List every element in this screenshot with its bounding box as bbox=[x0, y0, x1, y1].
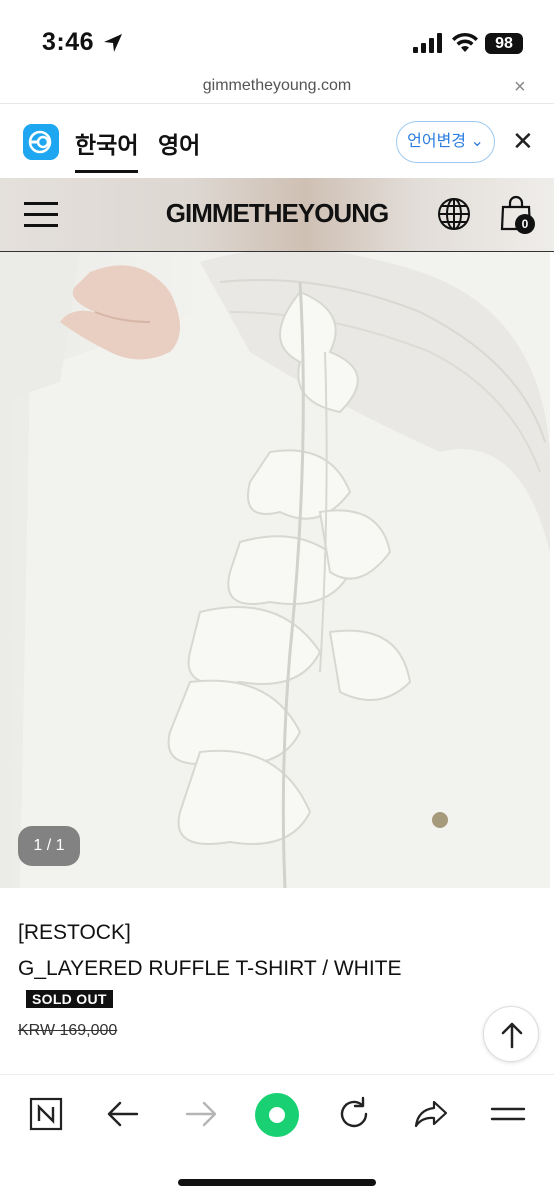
sold-out-badge: SOLD OUT bbox=[26, 990, 113, 1008]
site-header: GIMMETHEYOUNG bbox=[0, 178, 554, 252]
menu-lines-icon[interactable] bbox=[484, 1092, 532, 1136]
wifi-icon bbox=[452, 32, 478, 52]
language-change-button[interactable]: 언어변경 ⌄ bbox=[396, 121, 495, 163]
share-icon[interactable] bbox=[407, 1092, 455, 1136]
product-photo bbox=[0, 252, 550, 888]
browser-toolbar bbox=[0, 1074, 554, 1154]
url-domain[interactable]: gimmetheyoung.com bbox=[0, 77, 554, 95]
product-price: KRW 169,000 bbox=[18, 1022, 118, 1039]
globe-icon[interactable] bbox=[437, 197, 471, 231]
home-indicator[interactable] bbox=[178, 1179, 376, 1186]
scroll-to-top-button[interactable] bbox=[483, 1006, 539, 1062]
product-image[interactable] bbox=[0, 252, 550, 888]
status-bar: 3:46 98 bbox=[0, 0, 554, 72]
forward-arrow-icon[interactable] bbox=[177, 1092, 225, 1136]
arrow-up-icon bbox=[501, 1022, 523, 1049]
url-bar[interactable]: gimmetheyoung.com × bbox=[0, 72, 554, 104]
naver-home-icon[interactable] bbox=[22, 1092, 70, 1136]
location-arrow-icon bbox=[104, 34, 122, 52]
product-info: [RESTOCK] G_LAYERED RUFFLE T-SHIRT / WHI… bbox=[0, 888, 554, 1074]
translate-bar: 한국어 영어 언어변경 ⌄ ✕ bbox=[0, 104, 554, 178]
product-restock-tag: [RESTOCK] bbox=[18, 921, 131, 944]
lang-tab-english[interactable]: 영어 bbox=[158, 126, 200, 160]
product-name: G_LAYERED RUFFLE T-SHIRT / WHITE bbox=[18, 957, 402, 980]
back-arrow-icon[interactable] bbox=[99, 1092, 147, 1136]
battery-indicator: 98 bbox=[485, 33, 523, 54]
status-time: 3:46 bbox=[42, 28, 95, 56]
cart-count-badge: 0 bbox=[515, 214, 535, 234]
papago-icon[interactable] bbox=[23, 124, 59, 160]
image-counter: 1 / 1 bbox=[18, 826, 80, 866]
cellular-signal-icon bbox=[413, 33, 442, 53]
url-close-icon[interactable]: × bbox=[514, 76, 526, 99]
lang-tab-korean[interactable]: 한국어 bbox=[75, 126, 139, 173]
translate-close-icon[interactable]: ✕ bbox=[512, 126, 534, 157]
refresh-icon[interactable] bbox=[330, 1092, 378, 1136]
green-dot-icon[interactable] bbox=[253, 1091, 301, 1139]
